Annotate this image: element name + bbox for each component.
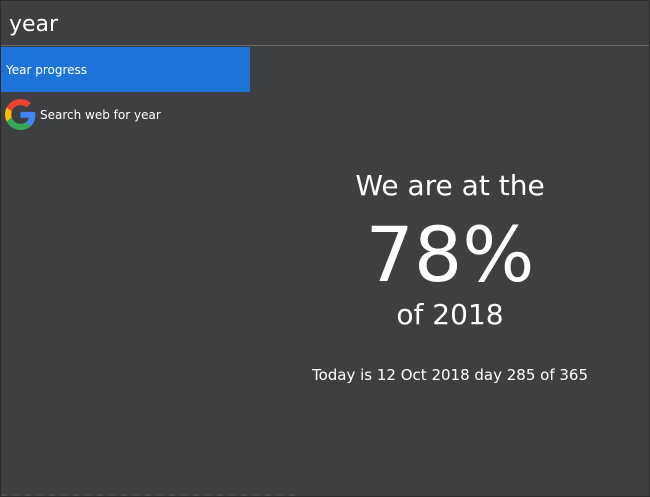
launcher-window: Year progress Search web for year We are… <box>0 0 650 497</box>
search-bar <box>1 1 649 46</box>
today-info: Today is 12 Oct 2018 day 285 of 365 <box>311 366 588 384</box>
progress-year: of 2018 <box>396 298 504 331</box>
result-search-web[interactable]: Search web for year <box>1 92 250 137</box>
progress-percent: 78% <box>365 210 535 299</box>
year-progress-preview: We are at the 78% of 2018 Today is 12 Oc… <box>251 47 649 496</box>
result-year-progress[interactable]: Year progress <box>1 47 250 92</box>
google-g-icon <box>5 99 36 130</box>
result-label: Year progress <box>6 62 88 77</box>
bottom-status-strip <box>1 494 301 496</box>
search-input[interactable] <box>9 7 629 41</box>
results-list: Year progress Search web for year <box>1 47 250 137</box>
preview-heading: We are at the <box>355 169 545 202</box>
result-label: Search web for year <box>40 107 161 122</box>
